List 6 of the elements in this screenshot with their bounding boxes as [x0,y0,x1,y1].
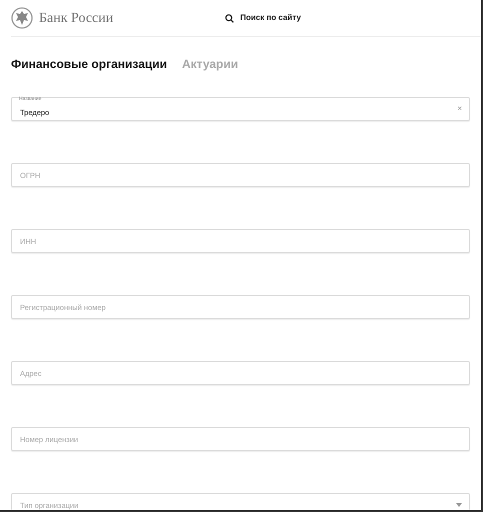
search-icon[interactable] [225,14,234,22]
emblem-logo-icon[interactable] [11,7,33,29]
search-link[interactable]: Поиск по сайту [240,12,301,24]
logo-text[interactable]: Банк России [39,8,114,28]
caret-icon [456,503,462,507]
tab[interactable]: Финансовые организации [11,55,167,73]
